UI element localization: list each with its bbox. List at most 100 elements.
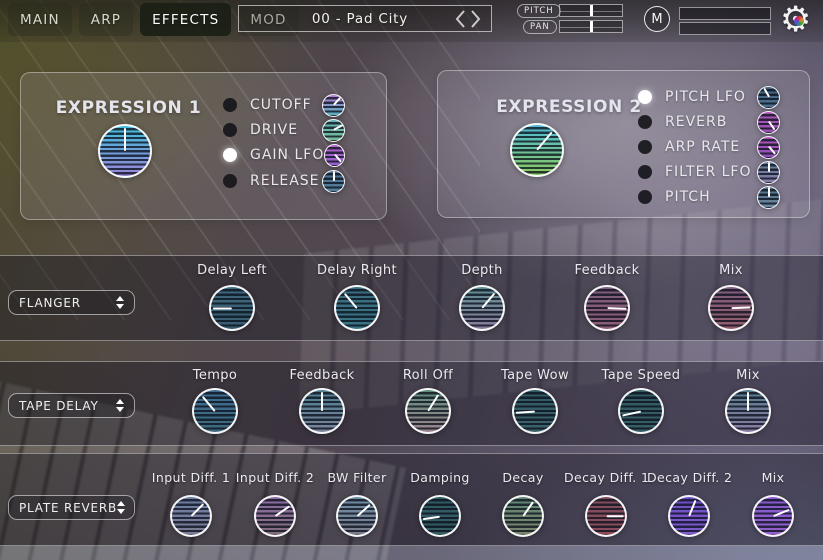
knob-pointer	[334, 154, 342, 163]
input-diff-1-knob[interactable]	[170, 495, 212, 537]
updown-arrows-icon	[117, 501, 125, 514]
release-radio[interactable]	[223, 174, 237, 188]
decay-knob[interactable]	[502, 495, 544, 537]
mono-button[interactable]: M	[644, 6, 670, 32]
tempo-knob[interactable]	[192, 388, 238, 434]
knob-cell-tape-mix: Mix	[688, 362, 808, 445]
decay-label: Decay	[481, 470, 565, 485]
updown-arrows-icon	[116, 296, 124, 309]
reverb-mix-label: Mix	[731, 470, 815, 485]
roll-off-knob[interactable]	[405, 388, 451, 434]
depth-knob[interactable]	[459, 285, 505, 331]
bw-filter-knob[interactable]	[336, 495, 378, 537]
gain-lfo-amount-knob[interactable]	[324, 144, 345, 167]
effect-1-selector[interactable]: FLANGER	[8, 290, 135, 315]
filter-lfo-radio[interactable]	[638, 165, 652, 179]
effect-slot-3: PLATE REVERB Input Diff. 1 Input Diff. 2…	[0, 453, 823, 546]
preset-next-icon[interactable]	[469, 9, 483, 29]
release-amount-knob[interactable]	[322, 170, 345, 193]
delay-left-knob[interactable]	[209, 285, 255, 331]
knob-cell-tape-speed: Tape Speed	[581, 362, 701, 445]
tape-mix-knob[interactable]	[725, 388, 771, 434]
input-diff-2-label: Input Diff. 2	[233, 470, 317, 485]
arp-rate-amount-knob[interactable]	[757, 136, 780, 159]
knob-cell-input-diff-2: Input Diff. 2	[233, 454, 317, 545]
decay-diff-1-knob[interactable]	[585, 495, 627, 537]
tape-feedback-label: Feedback	[262, 368, 382, 383]
updown-arrows-icon	[116, 399, 124, 412]
reverb-mix-knob[interactable]	[752, 495, 794, 537]
tape-speed-knob[interactable]	[618, 388, 664, 434]
knob-cell-tempo: Tempo	[155, 362, 275, 445]
bottom-strip	[0, 546, 823, 560]
effect-3-selector[interactable]: PLATE REVERB	[8, 495, 135, 520]
reverb-label: REVERB	[665, 114, 727, 130]
expression-2-knob[interactable]	[510, 123, 564, 177]
decay-diff-2-knob[interactable]	[668, 495, 710, 537]
knob-pointer	[688, 499, 697, 516]
effect-2-selector[interactable]: TAPE DELAY	[8, 393, 135, 418]
tab-main[interactable]: MAIN	[8, 3, 72, 36]
preset-selector[interactable]: 00 - Pad City	[238, 5, 492, 32]
knob-pointer	[768, 187, 770, 197]
filter-lfo-amount-knob[interactable]	[757, 161, 780, 184]
knob-pointer	[427, 394, 439, 412]
expression-1-knob[interactable]	[98, 124, 152, 178]
decay-diff-2-label: Decay Diff. 2	[647, 470, 731, 485]
tempo-label: Tempo	[155, 368, 275, 383]
drive-radio[interactable]	[223, 123, 237, 137]
gain-lfo-label: GAIN LFO	[250, 147, 324, 163]
tab-effects[interactable]: EFFECTS	[140, 3, 231, 36]
knob-cell-roll-off: Roll Off	[368, 362, 488, 445]
reverb-amount-knob[interactable]	[757, 111, 780, 134]
input-diff-2-knob[interactable]	[254, 495, 296, 537]
filter-lfo-label: FILTER LFO	[665, 164, 752, 180]
knob-pointer	[356, 503, 371, 516]
damping-knob[interactable]	[419, 495, 461, 537]
target-row-gain-lfo: GAIN LFO	[223, 143, 345, 167]
pitch-amount-knob[interactable]	[757, 186, 780, 209]
cutoff-amount-knob[interactable]	[322, 94, 345, 117]
flanger-mix-knob[interactable]	[708, 285, 754, 331]
reverb-radio[interactable]	[638, 115, 652, 129]
pan-slider[interactable]	[559, 20, 623, 33]
tape-mix-label: Mix	[688, 368, 808, 383]
knob-pointer	[747, 392, 749, 411]
cutoff-label: CUTOFF	[250, 97, 312, 113]
gain-lfo-radio[interactable]	[223, 148, 237, 162]
knob-cell-tape-wow: Tape Wow	[475, 362, 595, 445]
knob-cell-input-diff-1: Input Diff. 1	[149, 454, 233, 545]
pitch-lfo-amount-knob[interactable]	[757, 86, 780, 109]
knob-cell-flanger-feedback: Feedback	[547, 256, 667, 340]
knob-pointer	[522, 501, 534, 517]
cutoff-radio[interactable]	[223, 98, 237, 112]
knob-pointer	[423, 515, 441, 520]
flanger-feedback-knob[interactable]	[584, 285, 630, 331]
pan-slider-handle[interactable]	[590, 21, 593, 32]
preset-prev-icon[interactable]	[453, 9, 467, 29]
settings-button[interactable]: ⚙	[780, 0, 818, 40]
pitch-radio[interactable]	[638, 190, 652, 204]
knob-pointer	[768, 121, 775, 130]
target-row-drive: DRIVE	[223, 118, 345, 142]
pan-label: PAN	[523, 20, 557, 34]
tab-arp[interactable]: ARP	[79, 3, 133, 36]
knob-pointer	[213, 307, 232, 309]
delay-right-label: Delay Right	[297, 263, 417, 278]
knob-pointer	[333, 97, 341, 106]
knob-pointer	[606, 515, 623, 517]
tape-wow-knob[interactable]	[512, 388, 558, 434]
knob-pointer	[333, 125, 342, 131]
pitch-lfo-radio[interactable]	[638, 90, 652, 104]
pitch-slider-handle[interactable]	[590, 5, 593, 16]
delay-right-knob[interactable]	[334, 285, 380, 331]
pitch-slider[interactable]	[559, 4, 623, 17]
drive-amount-knob[interactable]	[322, 119, 345, 142]
knob-cell-decay: Decay	[481, 454, 565, 545]
target-row-filter-lfo: FILTER LFO	[638, 160, 780, 184]
tape-feedback-knob[interactable]	[299, 388, 345, 434]
knob-cell-bw-filter: BW Filter	[315, 454, 399, 545]
arp-rate-radio[interactable]	[638, 140, 652, 154]
flanger-mix-label: Mix	[671, 263, 791, 278]
knob-pointer	[731, 306, 750, 309]
